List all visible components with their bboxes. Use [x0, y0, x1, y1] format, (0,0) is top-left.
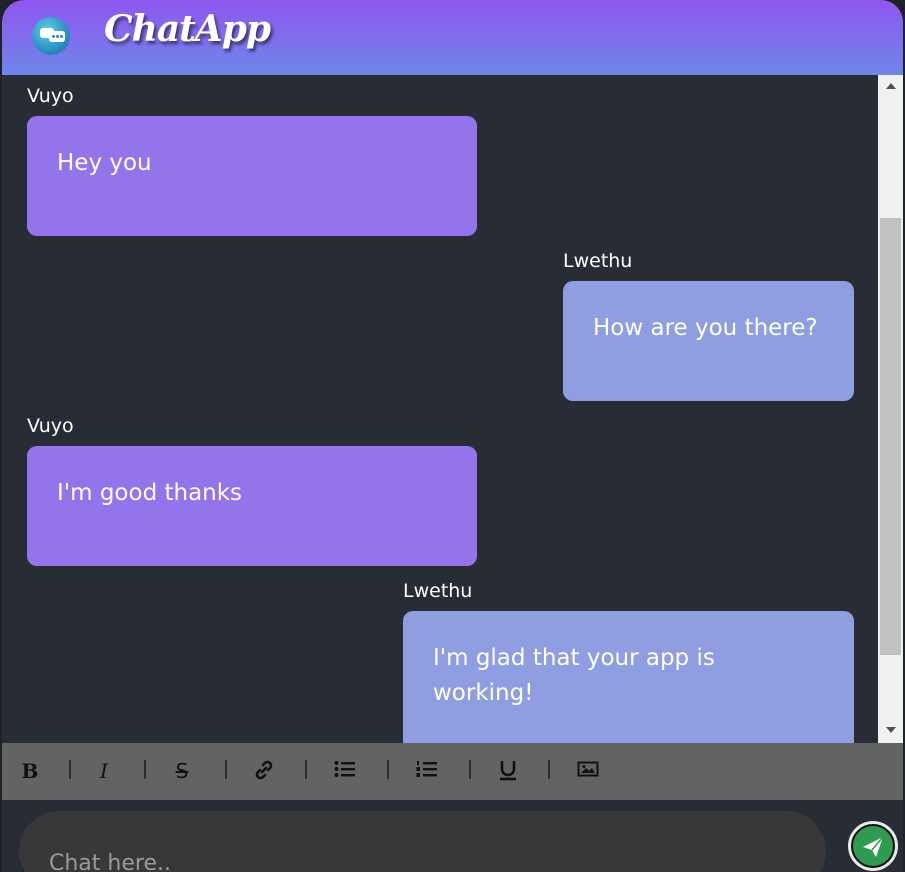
app-header: ChatApp — [2, 0, 903, 75]
bullet-list-icon[interactable] — [333, 759, 357, 783]
paper-plane-icon — [851, 824, 895, 868]
message-bubble: How are you there? — [563, 281, 854, 401]
message-sender: Vuyo — [27, 415, 74, 437]
message-list[interactable]: Vuyo Hey you Lwethu How are you there? V… — [2, 75, 878, 743]
underline-icon[interactable] — [496, 759, 520, 783]
scroll-down-icon[interactable] — [886, 727, 896, 733]
formatting-toolbar: B I S — [2, 743, 903, 800]
message-sender: Lwethu — [403, 580, 473, 602]
image-icon[interactable] — [576, 759, 600, 783]
message-sender: Lwethu — [563, 250, 633, 272]
toolbar-divider — [548, 760, 550, 779]
scroll-up-icon[interactable] — [886, 83, 896, 89]
toolbar-divider — [387, 760, 389, 779]
toolbar-divider — [69, 760, 71, 779]
message-bubble: I'm good thanks — [27, 446, 477, 566]
toolbar-divider — [305, 760, 307, 779]
italic-icon[interactable]: I — [94, 759, 114, 783]
chat-app: ChatApp Vuyo Hey you Lwethu How are you … — [2, 0, 903, 872]
app-title: ChatApp — [104, 8, 271, 50]
message-sender: Vuyo — [27, 85, 74, 107]
chat-logo-icon — [32, 17, 70, 55]
message-bubble: I'm glad that your app is working! — [403, 611, 854, 743]
composer — [2, 800, 903, 872]
toolbar-divider — [469, 760, 471, 779]
send-button[interactable] — [848, 821, 898, 871]
toolbar-divider — [225, 760, 227, 779]
bold-icon[interactable]: B — [20, 759, 40, 783]
scrollbar-thumb[interactable] — [880, 218, 901, 655]
link-icon[interactable] — [252, 759, 276, 783]
strikethrough-icon[interactable]: S — [172, 759, 192, 783]
message-bubble: Hey you — [27, 116, 477, 236]
numbered-list-icon[interactable] — [415, 759, 439, 783]
toolbar-divider — [144, 760, 146, 779]
chat-input[interactable] — [19, 811, 826, 872]
chat-scrollbar[interactable] — [878, 75, 903, 743]
